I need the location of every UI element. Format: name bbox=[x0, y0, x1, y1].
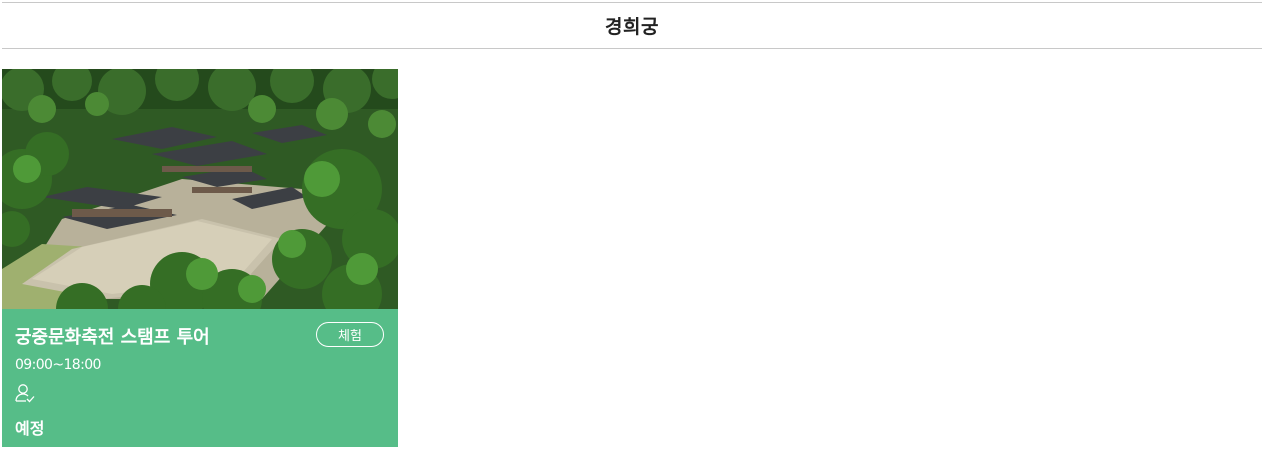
event-card[interactable]: 궁중문화축전 스탬프 투어 체험 09:00~18:00 예정 bbox=[2, 69, 398, 447]
user-check-icon bbox=[15, 384, 35, 403]
page-header: 경희궁 bbox=[2, 2, 1262, 49]
event-time: 09:00~18:00 bbox=[15, 357, 101, 373]
event-title: 궁중문화축전 스탬프 투어 bbox=[15, 327, 210, 348]
event-image bbox=[2, 69, 398, 309]
category-badge: 체험 bbox=[316, 322, 384, 347]
page-title: 경희궁 bbox=[605, 16, 659, 38]
event-card-body: 궁중문화축전 스탬프 투어 체험 09:00~18:00 예정 bbox=[2, 309, 398, 447]
event-status: 예정 bbox=[15, 419, 45, 438]
